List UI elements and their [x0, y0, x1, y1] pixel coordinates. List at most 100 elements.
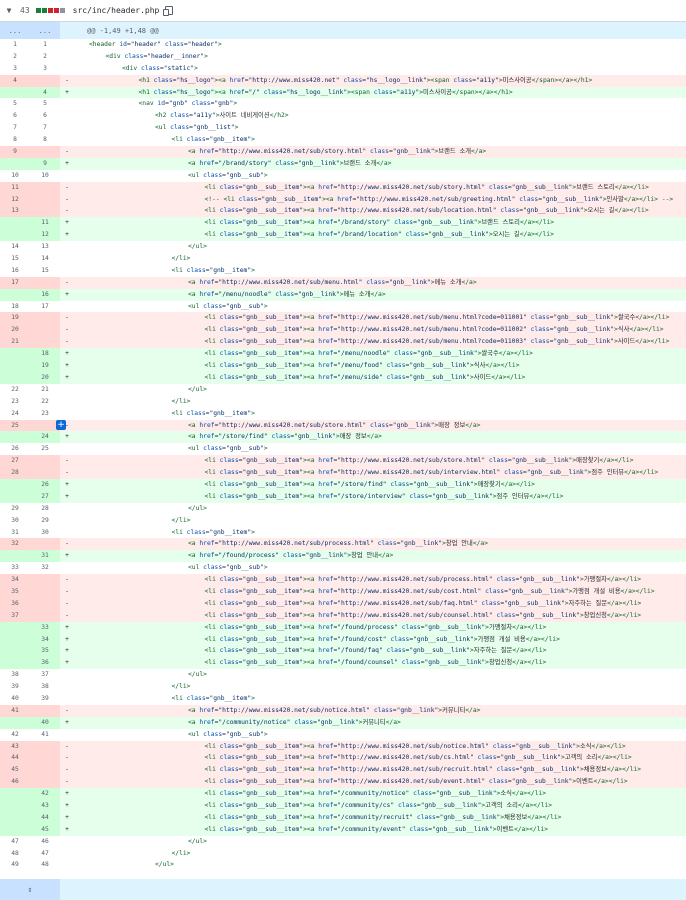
line-number-new[interactable]: 14	[30, 253, 60, 265]
copy-icon[interactable]	[163, 6, 174, 16]
diff-line[interactable]: 6 6 <h2 class="a11y">사이트 네비게이션</h2>	[0, 110, 686, 122]
line-number-old[interactable]: 4	[0, 74, 30, 87]
line-number-old[interactable]: 18	[0, 301, 30, 313]
line-number-new[interactable]: 22	[30, 396, 60, 408]
line-number-old[interactable]: 46	[0, 776, 30, 789]
line-number-old[interactable]: 33	[0, 562, 30, 574]
line-number-new[interactable]: 10	[30, 170, 60, 182]
line-number-new[interactable]: 33	[30, 621, 60, 634]
line-number-old[interactable]: 5	[0, 98, 30, 110]
line-number-old[interactable]: 29	[0, 503, 30, 515]
line-number-new[interactable]: 26	[30, 478, 60, 491]
line-number-new[interactable]: 30	[30, 527, 60, 539]
line-number-new[interactable]	[30, 312, 60, 325]
diff-line[interactable]: 13 - <li class="gnb__sub__item"><a href="h…	[0, 205, 686, 218]
line-number-old[interactable]: 8	[0, 134, 30, 146]
line-number-new[interactable]: 31	[30, 550, 60, 563]
diff-line[interactable]: 15 14 </li>	[0, 253, 686, 265]
line-number-new[interactable]: 12	[30, 229, 60, 242]
line-number-new[interactable]	[30, 324, 60, 337]
diff-line[interactable]: 16 + <a href="/menu/noodle" class="gnb__li…	[0, 288, 686, 301]
line-number-new[interactable]: 32	[30, 562, 60, 574]
line-number-new[interactable]: 21	[30, 384, 60, 396]
line-number-new[interactable]: 43	[30, 800, 60, 812]
line-number-new[interactable]: 40	[30, 716, 60, 729]
diff-line[interactable]: 4 - <h1 class="hs__logo"><a href="http://w…	[0, 74, 686, 87]
diff-line[interactable]: 21 - <li class="gnb__sub__item"><a href="h…	[0, 336, 686, 349]
line-number-new[interactable]: 48	[30, 859, 60, 871]
line-number-old[interactable]: 36	[0, 597, 30, 610]
line-number-old[interactable]: 10	[0, 170, 30, 182]
line-number-old[interactable]: 14	[0, 241, 30, 253]
diff-line[interactable]: 40 + <a href="/community/notice" class="gn…	[0, 716, 686, 729]
line-number-old[interactable]: 41	[0, 704, 30, 717]
line-number-old[interactable]: 28	[0, 467, 30, 479]
hunk-expand-left[interactable]: ...	[0, 22, 30, 39]
line-number-new[interactable]: 19	[30, 360, 60, 372]
diff-line[interactable]: 16 15 <li class="gnb__item">	[0, 265, 686, 277]
line-number-old[interactable]	[0, 550, 30, 563]
line-number-new[interactable]	[30, 74, 60, 87]
line-number-old[interactable]: 31	[0, 527, 30, 539]
line-number-new[interactable]	[30, 597, 60, 610]
line-number-new[interactable]: 20	[30, 371, 60, 384]
line-number-old[interactable]: 22	[0, 384, 30, 396]
hunk-expand-right[interactable]: ...	[30, 22, 60, 39]
diff-line[interactable]: 43 - <li class="gnb__sub__item"><a href="h…	[0, 740, 686, 753]
line-number-new[interactable]: 18	[30, 348, 60, 361]
line-number-new[interactable]: 6	[30, 110, 60, 122]
diff-line[interactable]: 2 2 <div class="header__inner">	[0, 51, 686, 63]
diff-line[interactable]: 35 - <li class="gnb__sub__item"><a href="h…	[0, 585, 686, 598]
line-number-old[interactable]	[0, 800, 30, 812]
line-number-new[interactable]: 44	[30, 811, 60, 824]
line-number-new[interactable]	[30, 193, 60, 206]
line-number-old[interactable]	[0, 348, 30, 361]
line-number-old[interactable]: 45	[0, 764, 30, 777]
line-number-old[interactable]: 30	[0, 515, 30, 527]
line-number-old[interactable]: 16	[0, 265, 30, 277]
line-number-old[interactable]: 13	[0, 205, 30, 218]
line-number-old[interactable]: 40	[0, 693, 30, 705]
diff-line[interactable]: 12 + <li class="gnb__sub__item"><a href="/…	[0, 229, 686, 242]
diff-line[interactable]: 46 - <li class="gnb__sub__item"><a href="h…	[0, 776, 686, 789]
line-number-old[interactable]	[0, 86, 30, 99]
line-number-new[interactable]	[30, 276, 60, 289]
line-number-old[interactable]	[0, 288, 30, 301]
diff-line[interactable]: 42 + <li class="gnb__sub__item"><a href="/…	[0, 788, 686, 800]
diff-line[interactable]: 34 + <li class="gnb__sub__item"><a href="/…	[0, 633, 686, 646]
line-number-old[interactable]	[0, 633, 30, 646]
line-number-new[interactable]	[30, 740, 60, 753]
line-number-old[interactable]: 7	[0, 122, 30, 134]
expand-icon[interactable]: ⇕	[0, 879, 60, 900]
diff-line[interactable]: 26 + <li class="gnb__sub__item"><a href="/…	[0, 478, 686, 491]
line-number-old[interactable]: 37	[0, 609, 30, 622]
diff-line[interactable]: 37 - <li class="gnb__sub__item"><a href="h…	[0, 609, 686, 622]
line-number-old[interactable]	[0, 716, 30, 729]
diff-line[interactable]: 45 - <li class="gnb__sub__item"><a href="h…	[0, 764, 686, 777]
line-number-new[interactable]	[30, 764, 60, 777]
line-number-new[interactable]: 9	[30, 157, 60, 170]
diff-line[interactable]: 31 30 <li class="gnb__item">	[0, 527, 686, 539]
line-number-new[interactable]	[30, 205, 60, 218]
diff-line[interactable]: 26 25 <ul class="gnb__sub">	[0, 443, 686, 455]
line-number-new[interactable]: 16	[30, 288, 60, 301]
diff-line[interactable]: 35 + <li class="gnb__sub__item"><a href="/…	[0, 645, 686, 658]
diff-line[interactable]: 7 7 <ul class="gnb__list">	[0, 122, 686, 134]
diff-line[interactable]: 45 + <li class="gnb__sub__item"><a href="/…	[0, 823, 686, 836]
diff-line[interactable]: 44 - <li class="gnb__sub__item"><a href="h…	[0, 752, 686, 765]
line-number-new[interactable]	[30, 585, 60, 598]
line-number-old[interactable]	[0, 360, 30, 372]
line-number-old[interactable]	[0, 788, 30, 800]
diff-line[interactable]: 25- <a href="http://www.miss420.net/sub/s…	[0, 419, 686, 432]
diff-line[interactable]: 42 41 <ul class="gnb__sub">	[0, 729, 686, 741]
line-number-new[interactable]: 17	[30, 301, 60, 313]
line-number-old[interactable]: 24	[0, 408, 30, 420]
line-number-new[interactable]	[30, 146, 60, 158]
line-number-new[interactable]: 42	[30, 788, 60, 800]
diff-line[interactable]: 3 3 <div class="static">	[0, 63, 686, 75]
diff-line[interactable]: 36 - <li class="gnb__sub__item"><a href="h…	[0, 597, 686, 610]
line-number-old[interactable]: 2	[0, 51, 30, 63]
diff-line[interactable]: 23 22 </li>	[0, 396, 686, 408]
line-number-old[interactable]: 27	[0, 455, 30, 468]
diff-line[interactable]: 4 + <h1 class="hs__logo"><a href="/" class…	[0, 86, 686, 99]
